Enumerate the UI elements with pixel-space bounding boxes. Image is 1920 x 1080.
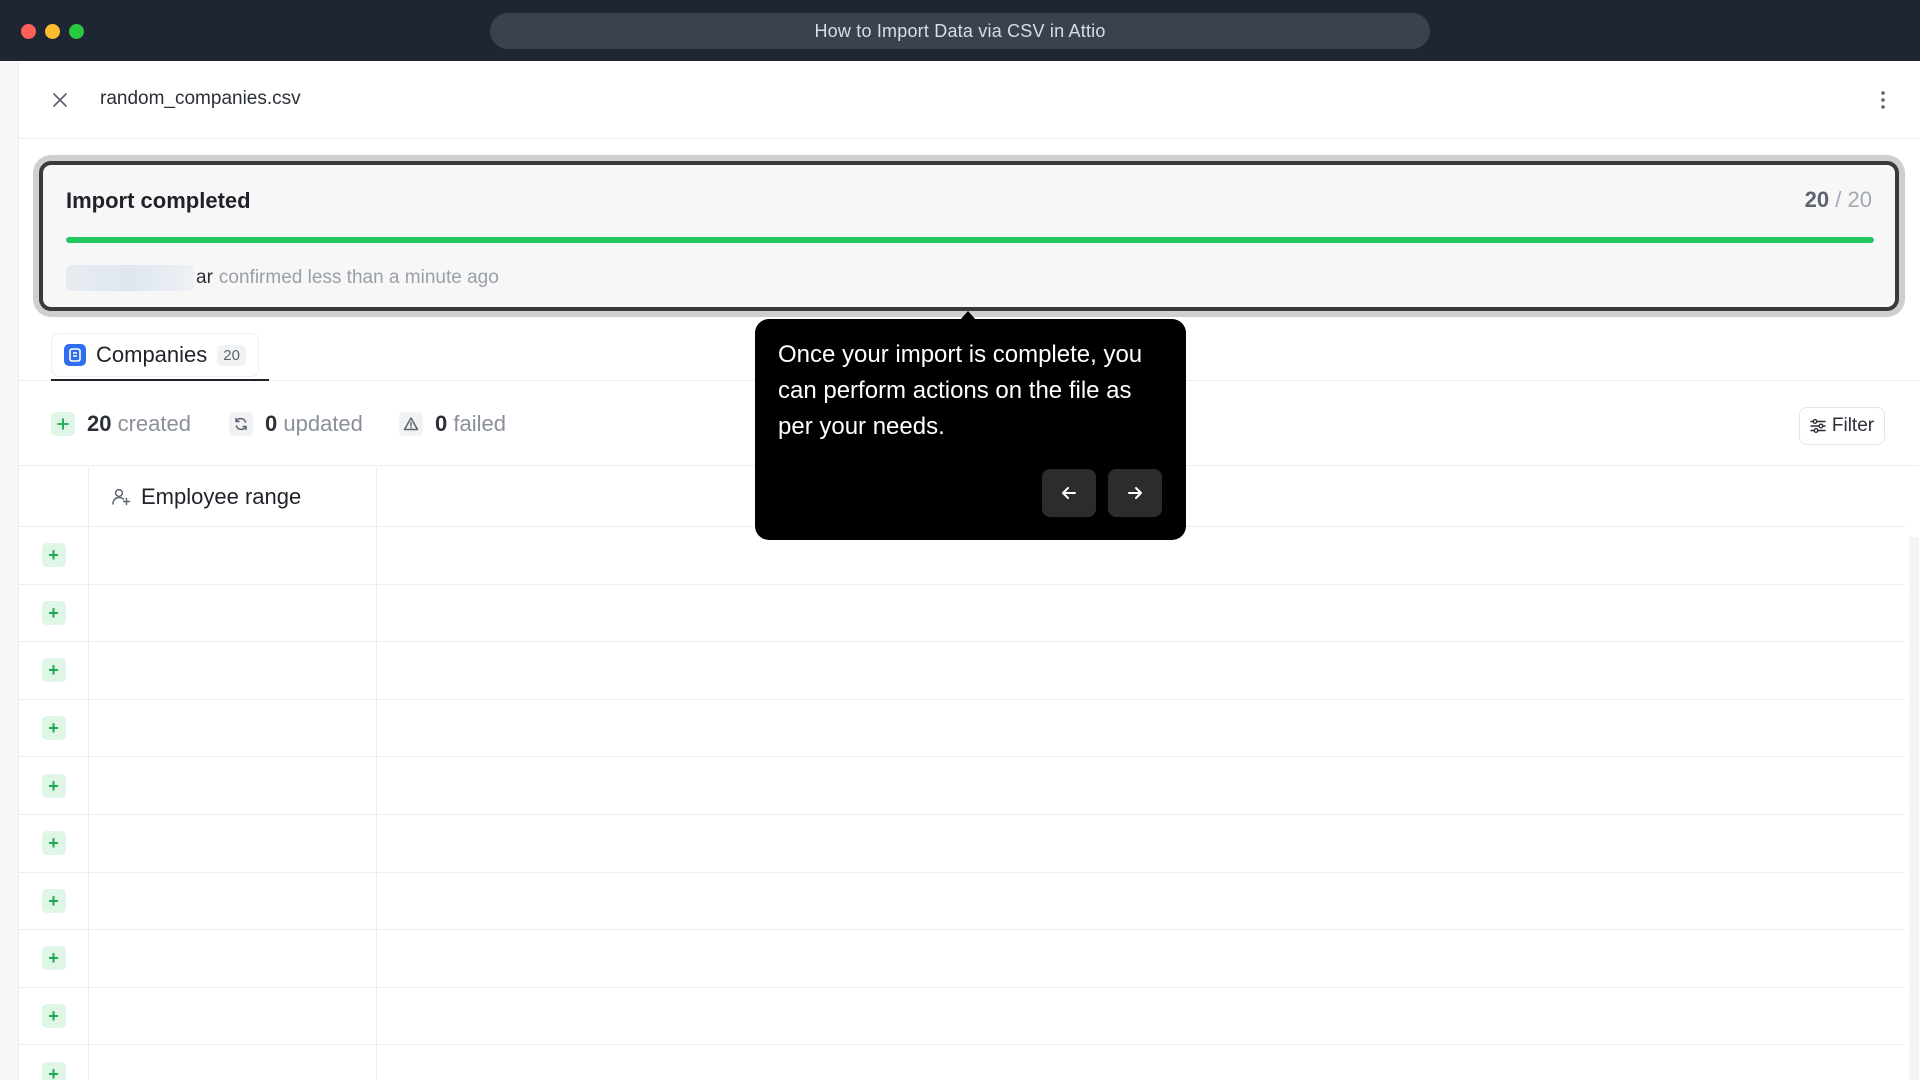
more-options-button[interactable]: [1871, 85, 1895, 115]
import-records-table: Employee range + + + + + + + + + +: [19, 467, 1905, 1080]
stat-created-number: 20: [87, 411, 112, 436]
tooltip-next-button[interactable]: [1108, 469, 1162, 517]
confirmed-by-name: ar: [196, 267, 213, 288]
table-row[interactable]: +: [19, 584, 1905, 643]
employee-range-cell[interactable]: [89, 872, 377, 930]
refresh-icon: [229, 412, 253, 436]
confirmation-row: ar confirmed less than a minute ago: [66, 265, 499, 291]
stat-updated[interactable]: 0 updated: [229, 411, 363, 437]
import-count-separator: /: [1835, 187, 1842, 212]
plus-icon: +: [41, 1004, 66, 1029]
employee-range-cell[interactable]: [89, 584, 377, 642]
arrow-right-icon: [1128, 487, 1142, 499]
employee-range-cell[interactable]: [89, 527, 377, 584]
employee-range-cell[interactable]: [89, 757, 377, 814]
employee-range-cell[interactable]: [89, 987, 377, 1045]
row-status-cell: +: [19, 814, 89, 872]
close-window-dot[interactable]: [21, 24, 36, 39]
stat-updated-label: updated: [283, 411, 363, 436]
table-row[interactable]: +: [19, 642, 1905, 700]
import-done-count: 20: [1804, 187, 1830, 212]
table-row[interactable]: +: [19, 757, 1905, 815]
user-plus-icon: [112, 488, 131, 506]
companies-icon: [64, 344, 86, 366]
row-status-header: [19, 467, 89, 527]
confirmed-time-text: confirmed less than a minute ago: [218, 267, 499, 288]
zoom-window-dot[interactable]: [69, 24, 84, 39]
filter-label: Filter: [1831, 415, 1875, 436]
table-row[interactable]: +: [19, 699, 1905, 758]
stat-created-label: created: [117, 411, 191, 436]
window-titlebar: How to Import Data via CSV in Attio: [0, 0, 1920, 61]
panel-header: random_companies.csv: [19, 61, 1919, 139]
employee-range-cell[interactable]: [89, 1045, 377, 1080]
stat-created[interactable]: 20 created: [51, 411, 191, 437]
table-row[interactable]: +: [19, 814, 1905, 873]
row-status-cell: +: [19, 527, 89, 584]
row-status-cell: +: [19, 584, 89, 642]
plus-icon: +: [41, 888, 66, 913]
row-status-cell: +: [19, 757, 89, 814]
active-tab-indicator: [51, 379, 269, 381]
arrow-left-icon: [1062, 487, 1076, 499]
plus-icon: +: [41, 946, 66, 971]
stat-updated-number: 0: [265, 411, 278, 436]
employee-range-cell[interactable]: [89, 642, 377, 699]
row-status-cell: +: [19, 642, 89, 699]
import-panel: random_companies.csv Import completed 20…: [18, 61, 1920, 1080]
sidebar-edge: [0, 61, 18, 1080]
close-icon: [53, 93, 67, 107]
row-status-cell: +: [19, 930, 89, 987]
plus-icon: +: [41, 1061, 66, 1080]
row-status-cell: +: [19, 872, 89, 930]
window-title: How to Import Data via CSV in Attio: [490, 13, 1430, 49]
row-status-cell: +: [19, 1045, 89, 1080]
tab-companies[interactable]: Companies 20: [51, 333, 259, 377]
table-row[interactable]: +: [19, 930, 1905, 988]
sliders-icon: [1810, 419, 1826, 433]
warning-icon: [399, 412, 423, 436]
file-name: random_companies.csv: [100, 88, 301, 109]
redacted-user-name: [66, 265, 194, 291]
filter-button[interactable]: Filter: [1799, 407, 1885, 445]
employee-range-cell[interactable]: [89, 814, 377, 872]
plus-icon: +: [41, 658, 66, 683]
plus-icon: +: [41, 600, 66, 625]
import-progress-bar: [66, 237, 1874, 243]
vertical-scrollbar[interactable]: [1909, 537, 1919, 1080]
minimize-window-dot[interactable]: [45, 24, 60, 39]
row-status-cell: +: [19, 987, 89, 1045]
employee-range-cell[interactable]: [89, 699, 377, 757]
table-row[interactable]: +: [19, 987, 1905, 1046]
tooltip-text: Once your import is complete, you can pe…: [778, 341, 1143, 440]
close-button[interactable]: [45, 85, 75, 115]
column-header-label: Employee range: [141, 484, 302, 509]
guide-tooltip: Once your import is complete, you can pe…: [755, 319, 1186, 540]
row-status-cell: +: [19, 699, 89, 757]
plus-icon: +: [41, 543, 66, 568]
tab-companies-label: Companies: [96, 342, 208, 367]
plus-icon: +: [41, 716, 66, 741]
table-row[interactable]: +: [19, 872, 1905, 931]
import-count: 20 / 20: [1805, 187, 1872, 213]
stat-failed[interactable]: 0 failed: [399, 411, 506, 437]
import-status-title: Import completed: [66, 188, 251, 213]
import-status-card: Import completed 20 / 20 ar confirmed le…: [39, 161, 1899, 311]
stat-failed-label: failed: [453, 411, 506, 436]
more-vertical-icon: [1881, 91, 1885, 109]
plus-icon: +: [41, 773, 66, 798]
tooltip-previous-button[interactable]: [1042, 469, 1096, 517]
plus-icon: [51, 412, 75, 436]
employee-range-cell[interactable]: [89, 930, 377, 987]
stat-failed-number: 0: [435, 411, 448, 436]
column-header-employee-range[interactable]: Employee range: [89, 467, 377, 527]
tab-companies-count: 20: [217, 344, 246, 366]
plus-icon: +: [41, 831, 66, 856]
table-row[interactable]: +: [19, 1045, 1905, 1080]
import-progress-fill: [66, 237, 1874, 243]
table-body: + + + + + + + + + +: [19, 527, 1905, 1080]
import-total-count: 20: [1847, 187, 1872, 212]
